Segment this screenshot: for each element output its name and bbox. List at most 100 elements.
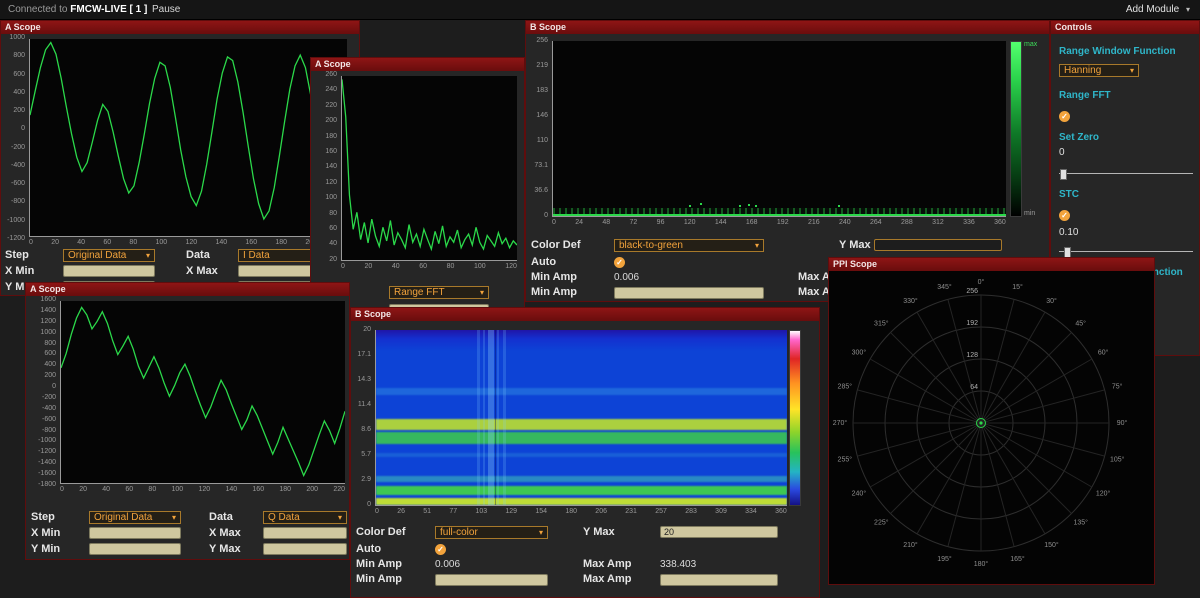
ppi-angle-label: 255°: [838, 455, 853, 463]
ppi-angle-label: 165°: [1010, 555, 1025, 563]
xmin-input[interactable]: [89, 527, 181, 539]
check-icon: ✓: [437, 545, 444, 554]
tick-label: 257: [655, 508, 667, 515]
min-amp-input[interactable]: [435, 574, 548, 586]
tick-label: 146: [536, 112, 548, 119]
max-amp-input[interactable]: [660, 574, 778, 586]
panel-titlebar[interactable]: B Scope: [351, 308, 819, 321]
ppi-bearing-spoke: [981, 423, 1105, 456]
spectrogram-streak: [483, 330, 485, 505]
range-window-function-select[interactable]: Hanning ▾: [1059, 64, 1139, 77]
xmin-input[interactable]: [63, 265, 155, 277]
step-select[interactable]: Original Data ▾: [63, 249, 155, 262]
tick-label: 96: [657, 219, 665, 226]
ppi-bearing-spoke: [890, 423, 981, 514]
ppi-angle-label: 120°: [1096, 490, 1111, 498]
tick-label: 240: [839, 219, 851, 226]
panel-title: B Scope: [530, 22, 566, 32]
heatmap-speck: [755, 205, 757, 207]
ppi-bearing-spoke: [917, 423, 981, 534]
chevron-down-icon: ▾: [1186, 5, 1190, 14]
tick-label: 60: [125, 486, 133, 493]
panel-titlebar[interactable]: A Scope: [311, 58, 524, 71]
tick-label: 24: [575, 219, 583, 226]
add-module-dropdown[interactable]: Add Module ▾: [1126, 4, 1190, 15]
ymax-label: Y Max: [209, 543, 241, 556]
panel-titlebar[interactable]: PPI Scope: [829, 258, 1154, 271]
ymax-input[interactable]: [874, 239, 1002, 251]
tick-label: -1600: [38, 470, 56, 477]
panel-titlebar[interactable]: Controls: [1051, 21, 1199, 34]
set-zero-value: 0: [1059, 147, 1191, 158]
color-def-select[interactable]: black-to-green ▾: [614, 239, 764, 252]
min-amp-value: 0.006: [614, 271, 639, 284]
ppi-bearing-spoke: [981, 359, 1092, 423]
panel-titlebar[interactable]: A Scope: [1, 21, 359, 34]
range-fft-checkbox[interactable]: ✓: [1059, 111, 1070, 122]
panel-titlebar[interactable]: B Scope: [526, 21, 1049, 34]
connection-status: Connected to FMCW-LIVE [ 1 ]: [8, 4, 147, 15]
tick-label: 14.3: [357, 376, 371, 383]
tick-label: 140: [215, 239, 227, 246]
ymax-input[interactable]: [660, 526, 778, 538]
xmax-input[interactable]: [263, 527, 347, 539]
tick-label: 180: [275, 239, 287, 246]
tick-label: 312: [932, 219, 944, 226]
color-def-select-value: full-color: [440, 527, 478, 538]
tick-label: 120: [684, 219, 696, 226]
set-zero-label: Set Zero: [1059, 132, 1191, 143]
ppi-display: 0°15°30°45°60°75°90°105°120°135°150°165°…: [829, 271, 1154, 584]
tick-label: 219: [536, 62, 548, 69]
tick-label: 20: [364, 263, 372, 270]
tick-label: 1400: [40, 307, 56, 314]
stc-checkbox[interactable]: ✓: [1059, 210, 1070, 221]
heatmap-speck: [739, 205, 741, 207]
tick-label: 80: [148, 486, 156, 493]
tick-label: -1000: [38, 437, 56, 444]
ymax-label: Y Max: [583, 526, 615, 539]
color-def-select[interactable]: full-color ▾: [435, 526, 548, 539]
spectrogram-band: [376, 486, 787, 496]
colorbar-max-label: max: [1024, 41, 1037, 49]
spectrogram-streak: [497, 330, 499, 505]
tick-label: 0: [21, 125, 25, 132]
tick-label: 120: [325, 179, 337, 186]
max-amp-input-label: Max Amp: [583, 573, 632, 586]
tick-label: 220: [333, 486, 345, 493]
tick-label: -1000: [7, 217, 25, 224]
auto-checkbox[interactable]: ✓: [435, 544, 446, 555]
panel-titlebar[interactable]: A Scope: [26, 283, 349, 296]
ppi-bearing-spoke: [981, 299, 1014, 423]
trace-line: [30, 43, 347, 222]
step-select[interactable]: Range FFT ▾: [389, 286, 489, 299]
ppi-bearing-spoke: [948, 423, 981, 547]
set-zero-slider[interactable]: [1059, 168, 1193, 179]
data-label: Data: [209, 511, 233, 524]
pause-button[interactable]: Pause: [152, 4, 180, 15]
data-select[interactable]: Q Data ▾: [263, 511, 347, 524]
tick-label: 80: [329, 210, 337, 217]
range-window-value: Hanning: [1064, 65, 1101, 76]
tick-label: 80: [447, 263, 455, 270]
y-axis-labels: 26024022020018016014012010080604020: [313, 71, 339, 263]
step-select-value: Range FFT: [394, 287, 445, 298]
step-select[interactable]: Original Data ▾: [89, 511, 181, 524]
tick-label: 360: [994, 219, 1006, 226]
range-fft-label: Range FFT: [1059, 90, 1191, 101]
ppi-bearing-spoke: [981, 312, 1045, 423]
tick-label: 1000: [40, 329, 56, 336]
ymax-input[interactable]: [263, 543, 347, 555]
auto-label: Auto: [356, 543, 381, 556]
tick-label: 200: [13, 107, 25, 114]
min-amp-input[interactable]: [614, 287, 764, 299]
trace-line: [342, 79, 517, 249]
ppi-bearing-spoke: [981, 423, 1045, 534]
auto-checkbox[interactable]: ✓: [614, 257, 625, 268]
tick-label: 129: [505, 508, 517, 515]
tick-label: 260: [325, 71, 337, 78]
ymin-input[interactable]: [89, 543, 181, 555]
min-amp-value: 0.006: [435, 558, 460, 571]
min-amp-label: Min Amp: [356, 558, 402, 571]
stc-slider[interactable]: [1059, 246, 1193, 257]
slider-handle[interactable]: [1060, 169, 1067, 180]
